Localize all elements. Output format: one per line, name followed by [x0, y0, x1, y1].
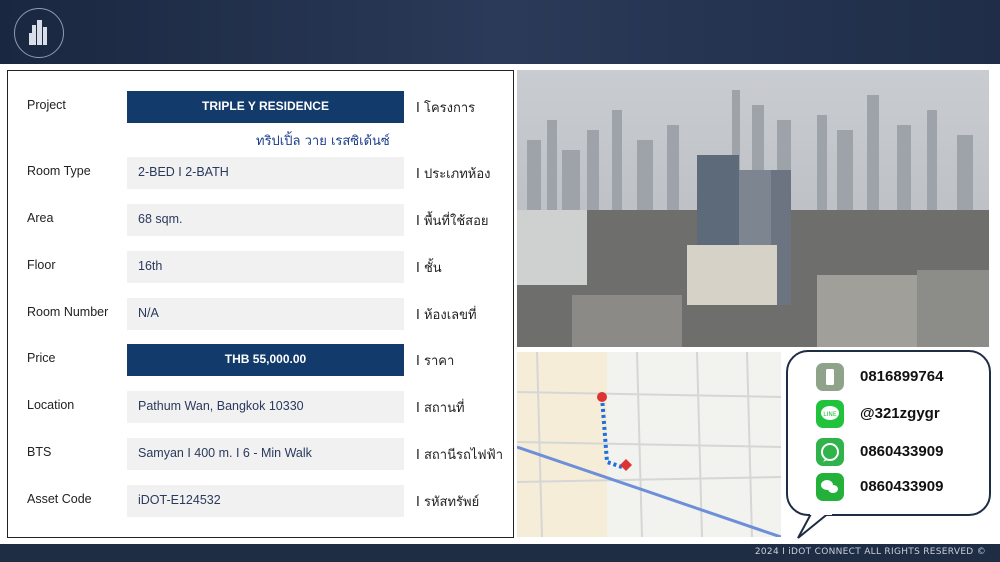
contact-phone[interactable]: 0816899764	[816, 363, 986, 391]
row-floor: Floor 16th I ชั้น	[8, 251, 513, 283]
header-bar	[0, 0, 1000, 64]
row-thai-label: I รหัสทรัพย์	[416, 495, 480, 510]
row-thai-label: I โครงการ	[416, 101, 476, 116]
row-label: Asset Code	[27, 492, 92, 506]
room-type-value: 2-BED I 2-BATH	[127, 157, 404, 189]
row-room-type: Room Type 2-BED I 2-BATH I ประเภทห้อง	[8, 157, 513, 189]
contact-whatsapp[interactable]: 0860433909	[816, 438, 986, 466]
bubble-tail-icon	[797, 512, 832, 539]
contact-wechat[interactable]: 0860433909	[816, 473, 986, 501]
row-label: BTS	[27, 445, 52, 459]
floor-value: 16th	[127, 251, 404, 283]
map-image	[517, 352, 781, 537]
row-label: Project	[27, 98, 66, 112]
copyright-text: 2024 I iDOT CONNECT ALL RIGHTS RESERVED …	[754, 547, 986, 557]
row-thai-label: I พื้นที่ใช้สอย	[416, 214, 489, 229]
row-room-number: Room Number N/A I ห้องเลขที่	[8, 298, 513, 330]
city-skyline-image	[517, 70, 989, 347]
wechat-icon	[816, 473, 844, 501]
row-label: Room Type	[27, 164, 91, 178]
row-label: Price	[27, 351, 56, 365]
footer-bar: 2024 I iDOT CONNECT ALL RIGHTS RESERVED …	[0, 544, 1000, 562]
project-name-value: TRIPLE Y RESIDENCE	[127, 91, 404, 123]
row-label: Room Number	[27, 305, 109, 319]
row-price: Price THB 55,000.00 I ราคา	[8, 344, 513, 376]
row-thai-label: I ชั้น	[416, 261, 442, 276]
area-value: 68 sqm.	[127, 204, 404, 236]
row-area: Area 68 sqm. I พื้นที่ใช้สอย	[8, 204, 513, 236]
line-icon: LINE	[816, 400, 844, 428]
row-label: Location	[27, 398, 75, 412]
row-thai-label: I สถานที่	[416, 401, 465, 416]
row-location: Location Pathum Wan, Bangkok 10330 I สถา…	[8, 391, 513, 423]
project-thai-name: ทริปเปิ้ล วาย เรสซิเด้นซ์	[256, 134, 390, 149]
phone-number: 0816899764	[860, 368, 944, 385]
svg-text:LINE: LINE	[823, 411, 837, 418]
bts-value: Samyan I 400 m. I 6 - Min Walk	[127, 438, 404, 470]
details-panel: Project TRIPLE Y RESIDENCE I โครงการ ทริ…	[7, 70, 514, 538]
whatsapp-number: 0860433909	[860, 443, 944, 460]
location-value: Pathum Wan, Bangkok 10330	[127, 391, 404, 423]
row-label: Area	[27, 211, 54, 225]
row-bts: BTS Samyan I 400 m. I 6 - Min Walk I สถา…	[8, 438, 513, 470]
whatsapp-icon	[816, 438, 844, 466]
brand-logo[interactable]	[14, 8, 64, 58]
room-number-value: N/A	[127, 298, 404, 330]
location-map[interactable]	[517, 352, 781, 537]
property-photo[interactable]	[517, 70, 989, 347]
row-project: Project TRIPLE Y RESIDENCE I โครงการ	[8, 91, 513, 123]
phone-icon	[816, 363, 844, 391]
building-logo-icon	[29, 20, 47, 45]
row-thai-label: I สถานีรถไฟฟ้า	[416, 448, 504, 463]
row-thai-label: I ประเภทห้อง	[416, 167, 491, 182]
row-thai-label: I ราคา	[416, 354, 455, 369]
wechat-number: 0860433909	[860, 478, 944, 495]
row-asset-code: Asset Code iDOT-E124532 I รหัสทรัพย์	[8, 485, 513, 517]
price-value: THB 55,000.00	[127, 344, 404, 376]
row-thai-label: I ห้องเลขที่	[416, 308, 477, 323]
line-id: @321zgygr	[860, 405, 940, 422]
contact-line[interactable]: LINE @321zgygr	[816, 400, 986, 428]
row-label: Floor	[27, 258, 56, 272]
asset-code-value: iDOT-E124532	[127, 485, 404, 517]
